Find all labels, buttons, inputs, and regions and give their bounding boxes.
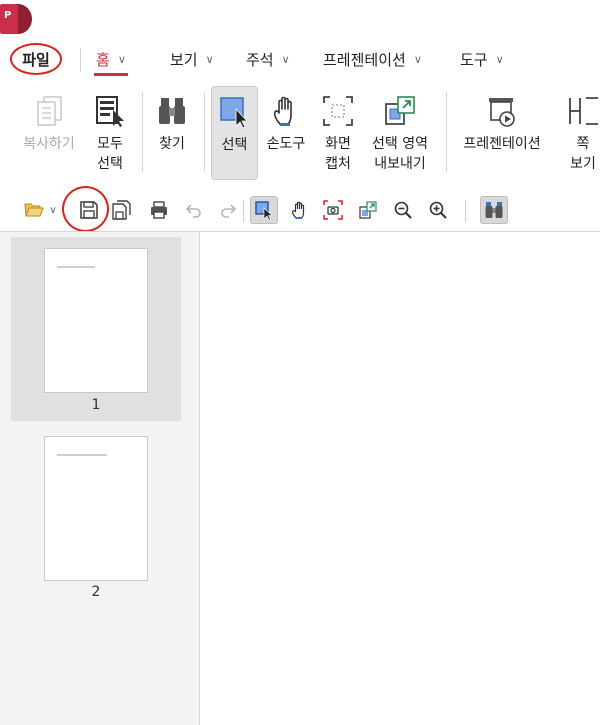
app-logo-icon: P [0, 4, 32, 34]
tab-annotation-label: 주석 [246, 50, 274, 69]
menu-bar: 파일 홈 ∨ 보기 ∨ 주석 ∨ 프레젠테이션 ∨ 도구 ∨ [0, 38, 600, 80]
zoom-out-icon [394, 201, 412, 219]
export-selection-label-line2: 내보내기 [374, 156, 426, 172]
zoom-in-icon [429, 201, 447, 219]
toolbar-separator [465, 200, 466, 222]
screen-capture-label-line2: 캡처 [325, 156, 351, 172]
tab-annotation[interactable]: 주석 ∨ [246, 38, 290, 80]
ribbon-separator [204, 92, 205, 172]
export-selection-icon [385, 96, 415, 125]
ribbon-toolbar: 복사하기 모두 선택 찾기 선택 손도구 화면 캡처 선택 영역 내보내기 프레… [0, 80, 600, 186]
file-menu-tab[interactable]: 파일 [10, 43, 62, 75]
tab-home[interactable]: 홈 ∨ [94, 38, 128, 80]
chevron-down-icon: ∨ [281, 52, 290, 66]
ribbon-separator [142, 92, 143, 172]
screen-capture-icon [323, 96, 353, 126]
quick-access-toolbar: ∨ [0, 188, 600, 230]
select-all-label-line1: 모두 [97, 136, 123, 152]
select-all-button[interactable]: 모두 선택 [90, 80, 130, 184]
chevron-down-icon: ∨ [495, 52, 504, 66]
page-thumbnail-image [44, 436, 148, 581]
thumbnail-text-line [57, 454, 107, 456]
binoculars-icon [485, 202, 503, 218]
hand-icon [273, 96, 292, 126]
page-number-label: 1 [91, 397, 101, 413]
title-bar: P [0, 0, 600, 38]
redo-icon [221, 204, 237, 218]
find-button[interactable]: 찾기 [152, 80, 192, 184]
chevron-down-icon: ∨ [117, 52, 126, 66]
tab-view[interactable]: 보기 ∨ [170, 38, 214, 80]
save-as-icon [112, 200, 131, 220]
presentation-icon [489, 98, 515, 127]
screen-capture-quick-button[interactable] [319, 196, 347, 224]
ribbon-separator [446, 92, 447, 172]
page-view-label-line1: 쪽 [576, 136, 590, 152]
page-thumbnail-1[interactable]: 1 [11, 237, 181, 421]
presentation-label: 프레젠테이션 [463, 136, 541, 152]
page-thumbnail-image [44, 248, 148, 393]
page-number-label: 2 [91, 584, 101, 600]
save-button[interactable] [75, 196, 103, 224]
printer-icon [151, 201, 167, 219]
tab-presentation[interactable]: 프레젠테이션 ∨ [323, 38, 422, 80]
undo-icon [185, 204, 201, 218]
zoom-out-button[interactable] [389, 196, 417, 224]
folder-open-icon [24, 203, 44, 217]
save-icon [80, 201, 98, 219]
open-file-button[interactable] [20, 196, 48, 224]
presentation-button[interactable]: 프레젠테이션 [458, 80, 546, 184]
screen-capture-label-line1: 화면 [325, 136, 351, 152]
undo-button[interactable] [180, 196, 208, 224]
thumbnail-panel[interactable]: 1 2 [0, 231, 200, 725]
select-tool-quick-button[interactable] [250, 196, 278, 224]
export-selection-icon [359, 201, 377, 219]
redo-button[interactable] [214, 196, 242, 224]
page-view-button[interactable]: 쪽 보기 [566, 80, 600, 184]
camera-capture-icon [323, 200, 343, 220]
chevron-down-icon: ∨ [413, 52, 422, 66]
select-cursor-icon [255, 201, 273, 220]
hand-tool-button[interactable]: 손도구 [263, 80, 309, 184]
zoom-in-button[interactable] [424, 196, 452, 224]
open-file-dropdown[interactable]: ∨ [46, 196, 60, 224]
export-selection-label-line1: 선택 영역 [372, 136, 428, 152]
hand-tool-quick-button[interactable] [285, 196, 313, 224]
toolbar-separator [243, 200, 244, 222]
thumbnail-text-line [57, 266, 95, 268]
save-as-button[interactable] [108, 196, 136, 224]
page-view-label-line2: 보기 [570, 156, 596, 172]
page-view-icon [569, 97, 598, 125]
svg-text:P: P [4, 10, 11, 21]
menu-separator [80, 48, 81, 72]
tab-view-label: 보기 [170, 50, 198, 69]
copy-icon [37, 96, 62, 126]
find-label: 찾기 [159, 136, 185, 152]
copy-button[interactable]: 복사하기 [20, 80, 78, 184]
find-quick-button[interactable] [480, 196, 508, 224]
tab-tools-label: 도구 [460, 50, 488, 69]
select-cursor-icon [219, 97, 248, 129]
chevron-down-icon: ∨ [49, 204, 57, 216]
select-all-label-line2: 선택 [97, 156, 123, 172]
print-button[interactable] [145, 196, 173, 224]
annotation-circle-file [10, 43, 62, 75]
binoculars-icon [159, 98, 185, 124]
chevron-down-icon: ∨ [205, 52, 214, 66]
select-tool-button[interactable]: 선택 [211, 86, 258, 180]
tab-home-label: 홈 [96, 50, 110, 69]
tab-tools[interactable]: 도구 ∨ [460, 38, 504, 80]
select-tool-label: 선택 [221, 137, 248, 153]
export-selection-button[interactable]: 선택 영역 내보내기 [367, 80, 433, 184]
select-all-icon [96, 96, 124, 127]
document-view-area[interactable] [200, 231, 600, 725]
hand-tool-label: 손도구 [266, 136, 306, 152]
hand-icon [292, 201, 305, 219]
pdf-viewer-app: P 파일 홈 ∨ 보기 ∨ 주석 ∨ 프레젠테이션 ∨ 도구 ∨ 복사하기 모두… [0, 0, 600, 725]
export-selection-quick-button[interactable] [354, 196, 382, 224]
tab-presentation-label: 프레젠테이션 [323, 50, 406, 69]
page-thumbnail-2[interactable]: 2 [11, 432, 181, 602]
copy-label: 복사하기 [23, 136, 75, 152]
screen-capture-button[interactable]: 화면 캡처 [318, 80, 358, 184]
